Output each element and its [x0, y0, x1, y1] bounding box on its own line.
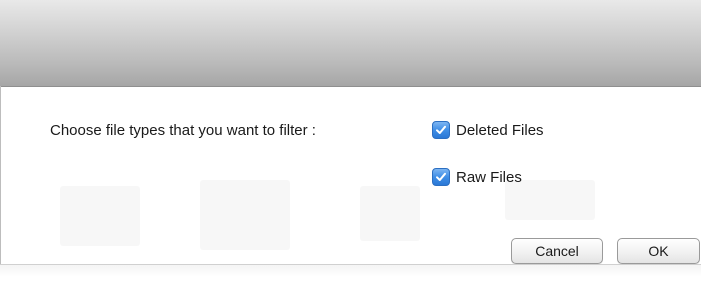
dialog-titlebar[interactable] [0, 0, 701, 87]
dialog-bottom-area [0, 264, 701, 294]
background-ghost [200, 180, 290, 250]
raw-files-checkbox[interactable] [432, 168, 450, 186]
filter-dialog: Choose file types that you want to filte… [0, 0, 701, 294]
ok-button[interactable]: OK [617, 238, 700, 264]
deleted-files-option[interactable]: Deleted Files [432, 121, 544, 139]
checkmark-icon [436, 172, 446, 181]
deleted-files-label[interactable]: Deleted Files [456, 122, 544, 139]
background-ghost [360, 186, 420, 241]
background-ghost [60, 186, 140, 246]
raw-files-option[interactable]: Raw Files [432, 168, 522, 186]
dialog-left-border [0, 86, 1, 264]
deleted-files-checkbox[interactable] [432, 121, 450, 139]
cancel-button[interactable]: Cancel [511, 238, 603, 264]
filter-prompt-label: Choose file types that you want to filte… [50, 122, 316, 139]
background-ghost [505, 180, 595, 220]
checkmark-icon [436, 125, 446, 134]
raw-files-label[interactable]: Raw Files [456, 169, 522, 186]
